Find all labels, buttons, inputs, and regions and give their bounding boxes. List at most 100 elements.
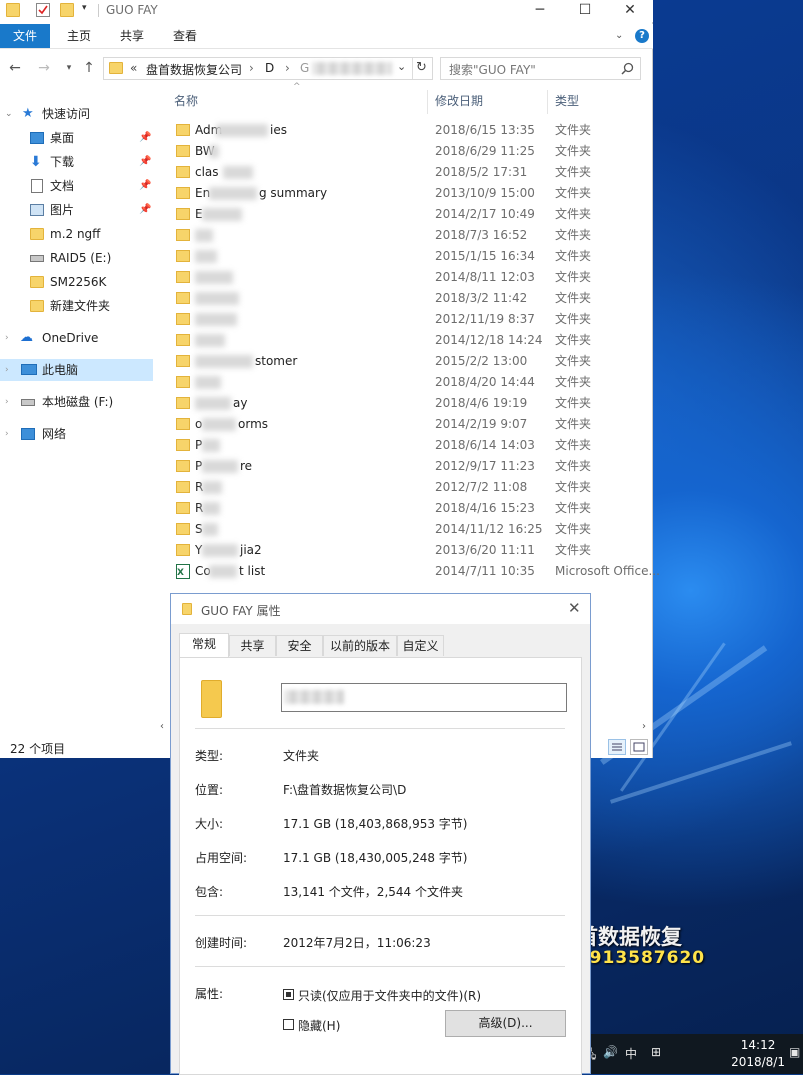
nav-local-disk[interactable]: › 本地磁盘 (F:)	[0, 391, 153, 413]
readonly-checkbox[interactable]	[283, 989, 294, 1000]
column-name[interactable]: 名称	[174, 92, 198, 114]
minimize-button[interactable]: ─	[518, 0, 562, 22]
file-row[interactable]: 2014/8/11 12:03 文件夹	[170, 267, 653, 288]
nav-sm2256k[interactable]: SM2256K	[0, 271, 153, 293]
file-row[interactable]: R 2018/4/16 15:23 文件夹	[170, 498, 653, 519]
file-row[interactable]: 2012/11/19 8:37 文件夹	[170, 309, 653, 330]
tab-general[interactable]: 常规	[179, 633, 229, 657]
file-row[interactable]: S 2014/11/12 16:25 文件夹	[170, 519, 653, 540]
help-icon[interactable]: ?	[635, 29, 649, 43]
file-row[interactable]: Adm ies 2018/6/15 13:35 文件夹	[170, 120, 653, 141]
up-arrow-icon[interactable]: ↑	[80, 59, 98, 77]
pin-icon[interactable]: 📌	[139, 175, 151, 197]
scroll-left-icon[interactable]: ‹	[160, 721, 164, 732]
hidden-checkbox[interactable]	[283, 1019, 294, 1030]
ime-indicator[interactable]: 中	[625, 1045, 637, 1062]
nav-onedrive[interactable]: › ☁ OneDrive	[0, 327, 153, 349]
input-mode-icon[interactable]: ⊞	[651, 1045, 661, 1059]
file-row[interactable]: Yjia2 2013/6/20 11:11 文件夹	[170, 540, 653, 561]
redacted-name	[223, 166, 253, 179]
nav-documents[interactable]: 文档 📌	[0, 175, 153, 197]
file-row[interactable]: R 2012/7/2 11:08 文件夹	[170, 477, 653, 498]
dialog-close-icon[interactable]: ✕	[568, 599, 581, 617]
breadcrumb-separator[interactable]: ›	[249, 61, 254, 75]
maximize-button[interactable]: ☐	[563, 0, 607, 22]
nav-pictures[interactable]: 图片 📌	[0, 199, 153, 221]
file-row[interactable]: 2015/1/15 16:34 文件夹	[170, 246, 653, 267]
overflow-chevron[interactable]: «	[130, 61, 137, 75]
expand-ribbon-icon[interactable]: ⌄	[615, 30, 623, 41]
file-row[interactable]: stomer 2015/2/2 13:00 文件夹	[170, 351, 653, 372]
file-row[interactable]: P 2018/6/14 14:03 文件夹	[170, 435, 653, 456]
scroll-right-icon[interactable]: ›	[642, 721, 646, 732]
tab-file[interactable]: 文件	[0, 24, 50, 48]
expand-chevron-icon[interactable]: ›	[5, 423, 9, 445]
file-date: 2014/2/19 9:07	[435, 417, 528, 431]
folder-name-field[interactable]	[281, 683, 567, 712]
quick-access-dropdown-icon[interactable]: ▾	[82, 3, 96, 17]
collapse-chevron-icon[interactable]: ⌄	[5, 103, 13, 125]
pin-icon[interactable]: 📌	[139, 199, 151, 221]
file-row[interactable]: En g summary 2013/10/9 15:00 文件夹	[170, 183, 653, 204]
column-divider[interactable]	[427, 90, 428, 114]
close-button[interactable]: ✕	[608, 0, 652, 22]
expand-chevron-icon[interactable]: ›	[5, 327, 9, 349]
tab-share[interactable]: 共享	[109, 24, 155, 48]
search-placeholder: 搜索"GUO FAY"	[449, 63, 536, 77]
breadcrumb-d[interactable]: D	[265, 61, 274, 75]
nav-m2-ngff[interactable]: m.2 ngff	[0, 223, 153, 245]
breadcrumb-company[interactable]: 盘首数据恢复公司	[146, 61, 242, 78]
redacted-name	[195, 334, 225, 347]
recent-locations-icon[interactable]: ▾	[60, 59, 78, 77]
tab-sharing[interactable]: 共享	[229, 635, 276, 656]
address-dropdown-icon[interactable]: ⌄	[397, 60, 406, 73]
new-folder-quick-icon[interactable]	[60, 3, 74, 17]
nav-quick-access[interactable]: ⌄ ★ 快速访问	[0, 103, 153, 125]
large-icons-view-icon[interactable]	[630, 739, 648, 755]
nav-this-pc[interactable]: › 此电脑	[0, 359, 153, 381]
nav-raid5[interactable]: RAID5 (E:)	[0, 247, 153, 269]
breadcrumb-separator[interactable]: ›	[285, 61, 290, 75]
file-row[interactable]: 2014/12/18 14:24 文件夹	[170, 330, 653, 351]
file-row[interactable]: o orms 2014/2/19 9:07 文件夹	[170, 414, 653, 435]
details-view-icon[interactable]	[608, 739, 626, 755]
advanced-button[interactable]: 高级(D)...	[445, 1010, 566, 1037]
file-row[interactable]: clas 2018/5/2 17:31 文件夹	[170, 162, 653, 183]
tab-home[interactable]: 主页	[56, 24, 102, 48]
expand-chevron-icon[interactable]: ›	[5, 391, 9, 413]
nav-desktop[interactable]: 桌面 📌	[0, 127, 153, 149]
file-row[interactable]: Pre 2012/9/17 11:23 文件夹	[170, 456, 653, 477]
file-row[interactable]: 2018/4/20 14:44 文件夹	[170, 372, 653, 393]
tab-customize[interactable]: 自定义	[397, 635, 444, 656]
notification-icon[interactable]: ▣	[789, 1045, 800, 1059]
expand-chevron-icon[interactable]: ›	[5, 359, 9, 381]
refresh-icon[interactable]: ↻	[416, 60, 427, 75]
file-row[interactable]: 2018/3/2 11:42 文件夹	[170, 288, 653, 309]
clock[interactable]: 14:12 2018/8/1	[731, 1037, 785, 1071]
pin-icon[interactable]: 📌	[139, 127, 151, 149]
nav-new-folder[interactable]: 新建文件夹	[0, 295, 153, 317]
nav-network[interactable]: › 网络	[0, 423, 153, 445]
volume-icon[interactable]: 🔊	[603, 1045, 618, 1059]
file-row[interactable]: Cot list2014/7/11 10:35Microsoft Office.…	[170, 561, 660, 584]
tab-view[interactable]: 查看	[162, 24, 208, 48]
tab-previous-versions[interactable]: 以前的版本	[323, 635, 397, 656]
nav-downloads[interactable]: ⬇ 下载 📌	[0, 151, 153, 173]
file-row[interactable]: ay 2018/4/6 19:19 文件夹	[170, 393, 653, 414]
search-icon[interactable]	[621, 62, 634, 75]
tab-security[interactable]: 安全	[276, 635, 323, 656]
pin-icon[interactable]: 📌	[139, 151, 151, 173]
back-arrow-icon[interactable]: ←	[6, 59, 24, 77]
column-divider[interactable]	[547, 90, 548, 114]
column-type[interactable]: 类型	[555, 92, 579, 114]
address-bar[interactable]: « 盘首数据恢复公司 › D › G ⌄ ↻	[103, 57, 433, 80]
column-date[interactable]: 修改日期	[435, 92, 483, 114]
search-input[interactable]: 搜索"GUO FAY"	[440, 57, 641, 80]
breadcrumb-current[interactable]: G	[300, 61, 309, 75]
file-row[interactable]: E 2014/2/17 10:49 文件夹	[170, 204, 653, 225]
forward-arrow-icon[interactable]: →	[35, 59, 53, 77]
file-row[interactable]: 2018/7/3 16:52 文件夹	[170, 225, 653, 246]
file-row[interactable]: BW 2018/6/29 11:25 文件夹	[170, 141, 653, 162]
properties-quick-icon[interactable]	[36, 3, 50, 17]
file-date: 2018/6/14 14:03	[435, 438, 535, 452]
